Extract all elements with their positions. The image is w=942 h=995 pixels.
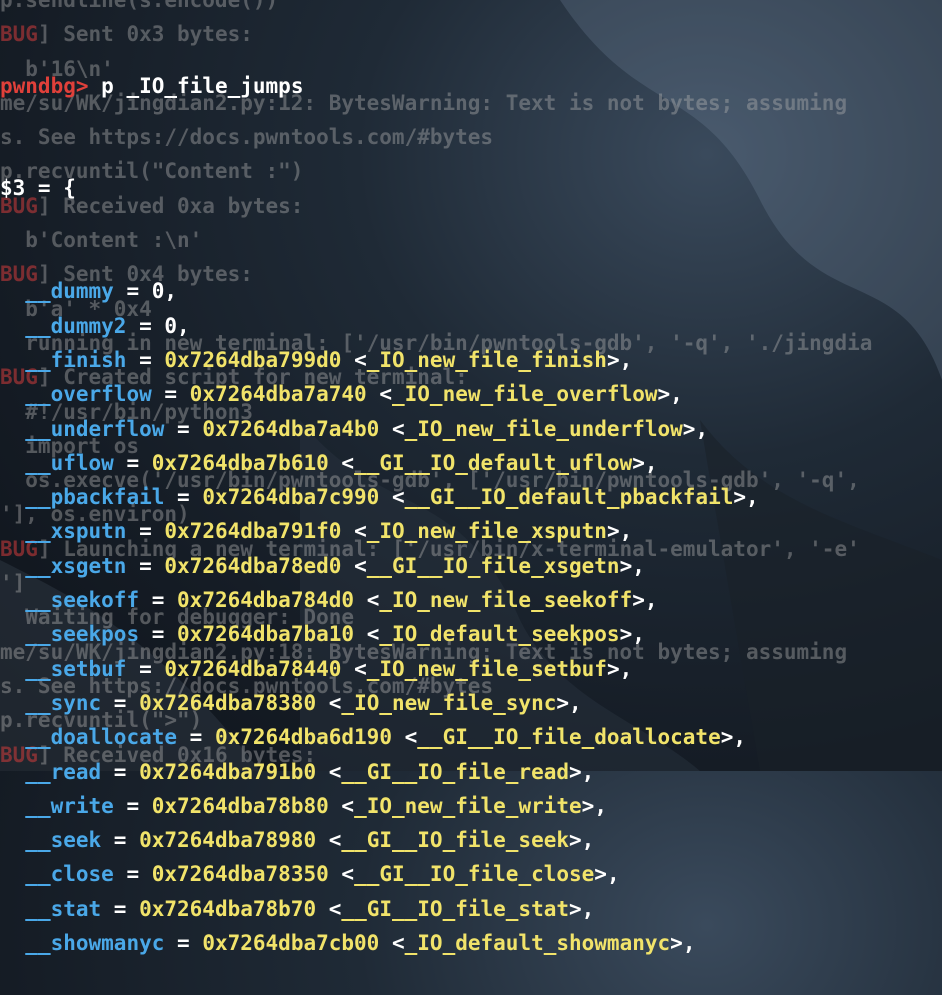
field-symbol: <__GI__IO_file_stat> (328, 896, 582, 921)
field-symbol: <_IO_new_file_sync> (328, 690, 570, 715)
terminal-output: pwndbg> p _IO_file_jumps $3 = { __dummy … (0, 0, 942, 995)
field-value: 0x7264dba78350 (151, 862, 329, 887)
struct-field-row: __showmanyc = 0x7264dba7cb00 <_IO_defaul… (25, 931, 696, 956)
field-symbol: <__GI__IO_file_xsgetn> (354, 553, 633, 578)
field-value: 0x7264dba78380 (139, 690, 317, 715)
field-value: 0x7264dba78980 (139, 828, 317, 853)
struct-field-row: __read = 0x7264dba791b0 <__GI__IO_file_r… (25, 759, 595, 784)
field-symbol: <__GI__IO_default_pbackfail> (391, 485, 747, 510)
field-symbol: <__GI__IO_file_close> (341, 862, 607, 887)
struct-field-row: __xsgetn = 0x7264dba78ed0 <__GI__IO_file… (25, 553, 645, 578)
struct-field-row: __setbuf = 0x7264dba78440 <_IO_new_file_… (25, 656, 633, 681)
field-name: __finish (25, 347, 127, 372)
field-list: __dummy = 0, __dummy2 = 0, __finish = 0x… (0, 274, 942, 960)
field-name: __doallocate (25, 725, 178, 750)
field-symbol: <__GI__IO_file_seek> (328, 828, 582, 853)
field-name: __seekoff (25, 588, 140, 613)
field-name: __uflow (25, 450, 114, 475)
field-symbol: <_IO_new_file_underflow> (391, 416, 696, 441)
struct-field-row: __xsputn = 0x7264dba791f0 <_IO_new_file_… (25, 519, 633, 544)
field-value: 0x7264dba7a740 (189, 382, 367, 407)
field-value: 0x7264dba7a4b0 (202, 416, 380, 441)
field-name: __write (25, 793, 114, 818)
field-symbol: <__GI__IO_file_read> (328, 759, 582, 784)
struct-field-row: __write = 0x7264dba78b80 <_IO_new_file_w… (25, 793, 607, 818)
field-value: 0x7264dba7cb00 (202, 931, 380, 956)
field-symbol: <_IO_new_file_seekoff> (366, 588, 645, 613)
field-value: 0x7264dba78ed0 (164, 553, 342, 578)
struct-field-row: __dummy = 0, (25, 279, 178, 304)
field-name: __read (25, 759, 102, 784)
field-value: 0x7264dba6d190 (214, 725, 392, 750)
struct-field-row: __close = 0x7264dba78350 <__GI__IO_file_… (25, 862, 620, 887)
field-symbol: <__GI__IO_default_uflow> (341, 450, 645, 475)
field-value: 0x7264dba791b0 (139, 759, 317, 784)
field-value: 0x7264dba7c990 (202, 485, 380, 510)
field-value: 0 (151, 279, 165, 304)
field-value: 0x7264dba799d0 (164, 347, 342, 372)
field-name: __seek (25, 828, 102, 853)
field-symbol: <_IO_new_file_overflow> (379, 382, 671, 407)
field-symbol: <_IO_new_file_write> (341, 793, 595, 818)
struct-field-row: __stat = 0x7264dba78b70 <__GI__IO_file_s… (25, 896, 595, 921)
result-header: $3 = { (0, 176, 76, 201)
struct-field-row: __finish = 0x7264dba799d0 <_IO_new_file_… (25, 347, 633, 372)
field-name: __dummy2 (25, 313, 127, 338)
struct-field-row: __uflow = 0x7264dba7b610 <__GI__IO_defau… (25, 450, 658, 475)
field-name: __underflow (25, 416, 165, 441)
gdb-prompt: pwndbg> (0, 73, 89, 98)
field-value: 0x7264dba78b70 (139, 896, 317, 921)
struct-field-row: __overflow = 0x7264dba7a740 <_IO_new_fil… (25, 382, 683, 407)
field-symbol: <__GI__IO_file_doallocate> (404, 725, 734, 750)
command-line: pwndbg> p _IO_file_jumps (0, 69, 942, 103)
field-symbol: <_IO_new_file_setbuf> (354, 656, 620, 681)
field-name: __showmanyc (25, 931, 165, 956)
struct-field-row: __seek = 0x7264dba78980 <__GI__IO_file_s… (25, 828, 595, 853)
field-name: __setbuf (25, 656, 127, 681)
field-name: __stat (25, 896, 102, 921)
struct-field-row: __doallocate = 0x7264dba6d190 <__GI__IO_… (25, 725, 747, 750)
field-value: 0x7264dba78b80 (151, 793, 329, 818)
field-name: __xsgetn (25, 553, 127, 578)
field-value: 0x7264dba78440 (164, 656, 342, 681)
field-value: 0 (164, 313, 178, 338)
field-symbol: <_IO_new_file_finish> (354, 347, 620, 372)
struct-field-row: __dummy2 = 0, (25, 313, 190, 338)
field-symbol: <_IO_default_showmanyc> (391, 931, 683, 956)
struct-field-row: __underflow = 0x7264dba7a4b0 <_IO_new_fi… (25, 416, 709, 441)
field-name: __xsputn (25, 519, 127, 544)
field-value: 0x7264dba7b610 (151, 450, 329, 475)
field-name: __seekpos (25, 622, 140, 647)
command-text: p _IO_file_jumps (101, 73, 304, 98)
field-symbol: <_IO_new_file_xsputn> (354, 519, 620, 544)
field-name: __dummy (25, 279, 114, 304)
field-value: 0x7264dba791f0 (164, 519, 342, 544)
struct-field-row: __seekoff = 0x7264dba784d0 <_IO_new_file… (25, 588, 658, 613)
field-name: __overflow (25, 382, 152, 407)
field-name: __sync (25, 690, 102, 715)
struct-field-row: __seekpos = 0x7264dba7ba10 <_IO_default_… (25, 622, 645, 647)
struct-field-row: __pbackfail = 0x7264dba7c990 <__GI__IO_d… (25, 485, 759, 510)
field-name: __pbackfail (25, 485, 165, 510)
field-value: 0x7264dba784d0 (177, 588, 355, 613)
field-name: __close (25, 862, 114, 887)
field-symbol: <_IO_default_seekpos> (366, 622, 633, 647)
field-value: 0x7264dba7ba10 (177, 622, 355, 647)
struct-field-row: __sync = 0x7264dba78380 <_IO_new_file_sy… (25, 690, 582, 715)
